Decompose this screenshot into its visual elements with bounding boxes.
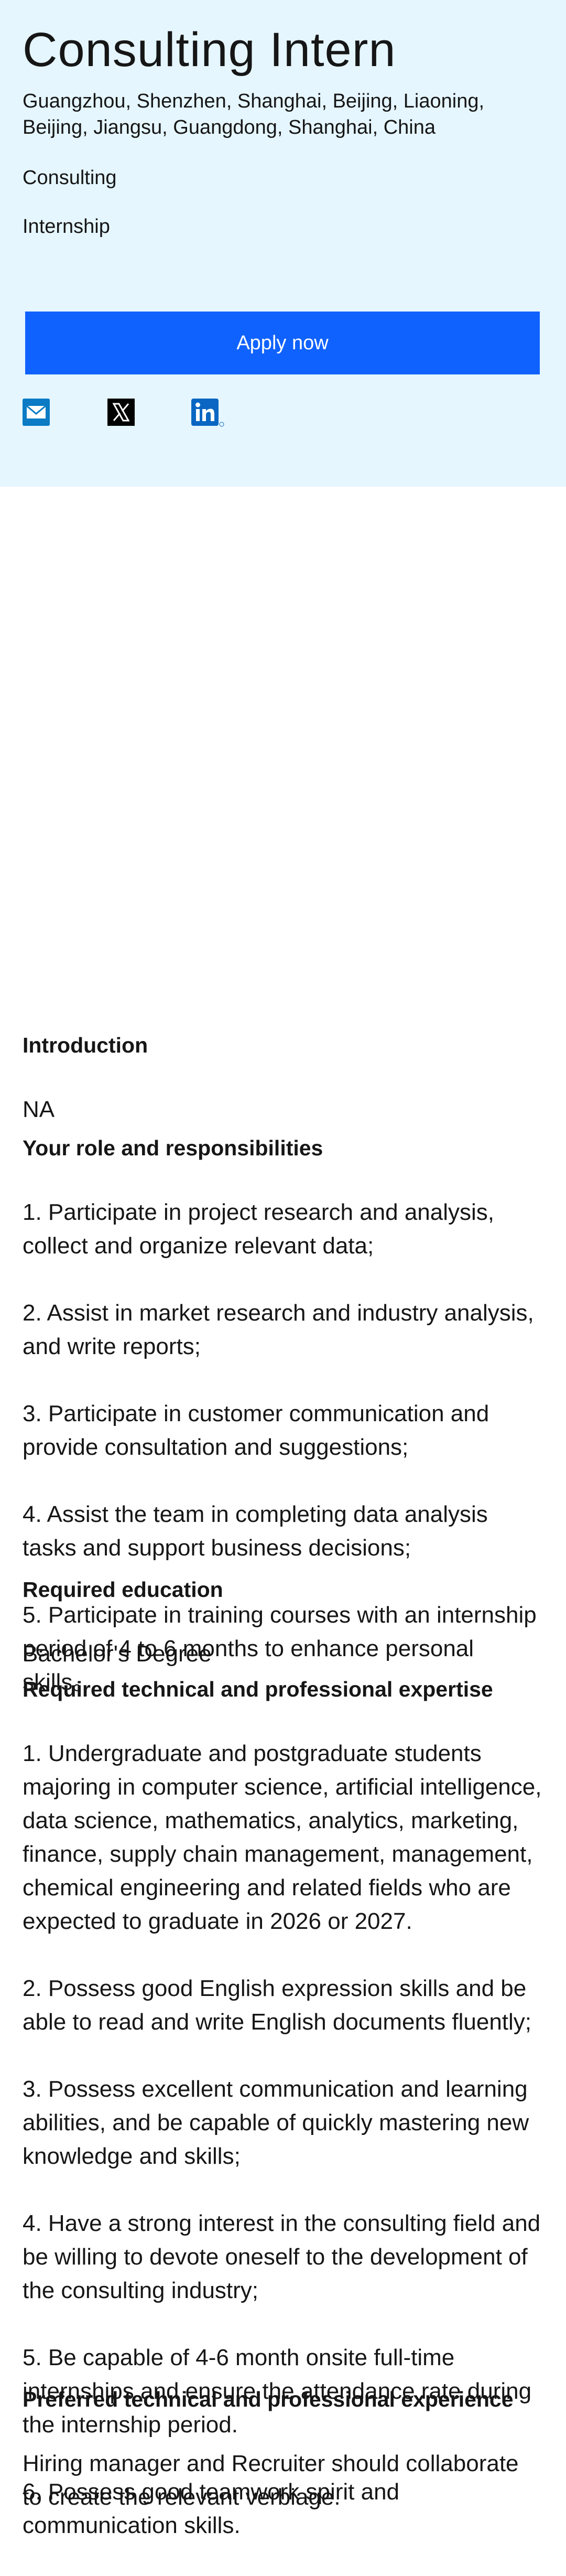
- linkedin-icon-graphic: [191, 399, 224, 427]
- apply-now-button[interactable]: Apply now: [25, 312, 540, 374]
- preferred-section: Preferred technical and professional exp…: [23, 2385, 543, 2548]
- introduction-text: NA: [23, 1097, 55, 1122]
- expertise-item: 2. Possess good English expression skill…: [23, 1976, 532, 2035]
- responsibilities-heading: Your role and responsibilities: [23, 1136, 323, 1160]
- x-icon[interactable]: [107, 399, 135, 426]
- job-category: Consulting: [23, 167, 117, 189]
- email-icon-graphic: [23, 399, 50, 426]
- responsibility-item: 4. Assist the team in completing data an…: [23, 1501, 488, 1561]
- job-header: Consulting Intern Guangzhou, Shenzhen, S…: [0, 0, 566, 487]
- job-locations: Guangzhou, Shenzhen, Shanghai, Beijing, …: [23, 90, 485, 138]
- responsibility-item: 3. Participate in customer communication…: [23, 1401, 489, 1460]
- job-title: Consulting Intern: [23, 23, 396, 77]
- responsibility-item: 2. Assist in market research and industr…: [23, 1300, 534, 1359]
- expertise-item: 4. Have a strong interest in the consult…: [23, 2210, 541, 2303]
- x-icon-graphic: [107, 399, 135, 426]
- preferred-text: Hiring manager and Recruiter should coll…: [23, 2451, 519, 2510]
- email-icon[interactable]: [23, 399, 50, 426]
- job-type: Internship: [23, 216, 110, 238]
- expertise-item: 3. Possess excellent communication and l…: [23, 2076, 529, 2169]
- expertise-item: 1. Undergraduate and postgraduate studen…: [23, 1741, 542, 1934]
- preferred-heading: Preferred technical and professional exp…: [23, 2387, 514, 2411]
- expertise-heading: Required technical and professional expe…: [23, 1677, 493, 1701]
- preferred-body: Hiring manager and Recruiter should coll…: [23, 2413, 543, 2548]
- education-heading: Required education: [23, 1577, 223, 1602]
- introduction-heading: Introduction: [23, 1033, 148, 1057]
- education-text: Bachelor's Degree: [23, 1641, 212, 1667]
- linkedin-icon[interactable]: [191, 399, 224, 427]
- responsibility-item: 1. Participate in project research and a…: [23, 1199, 495, 1259]
